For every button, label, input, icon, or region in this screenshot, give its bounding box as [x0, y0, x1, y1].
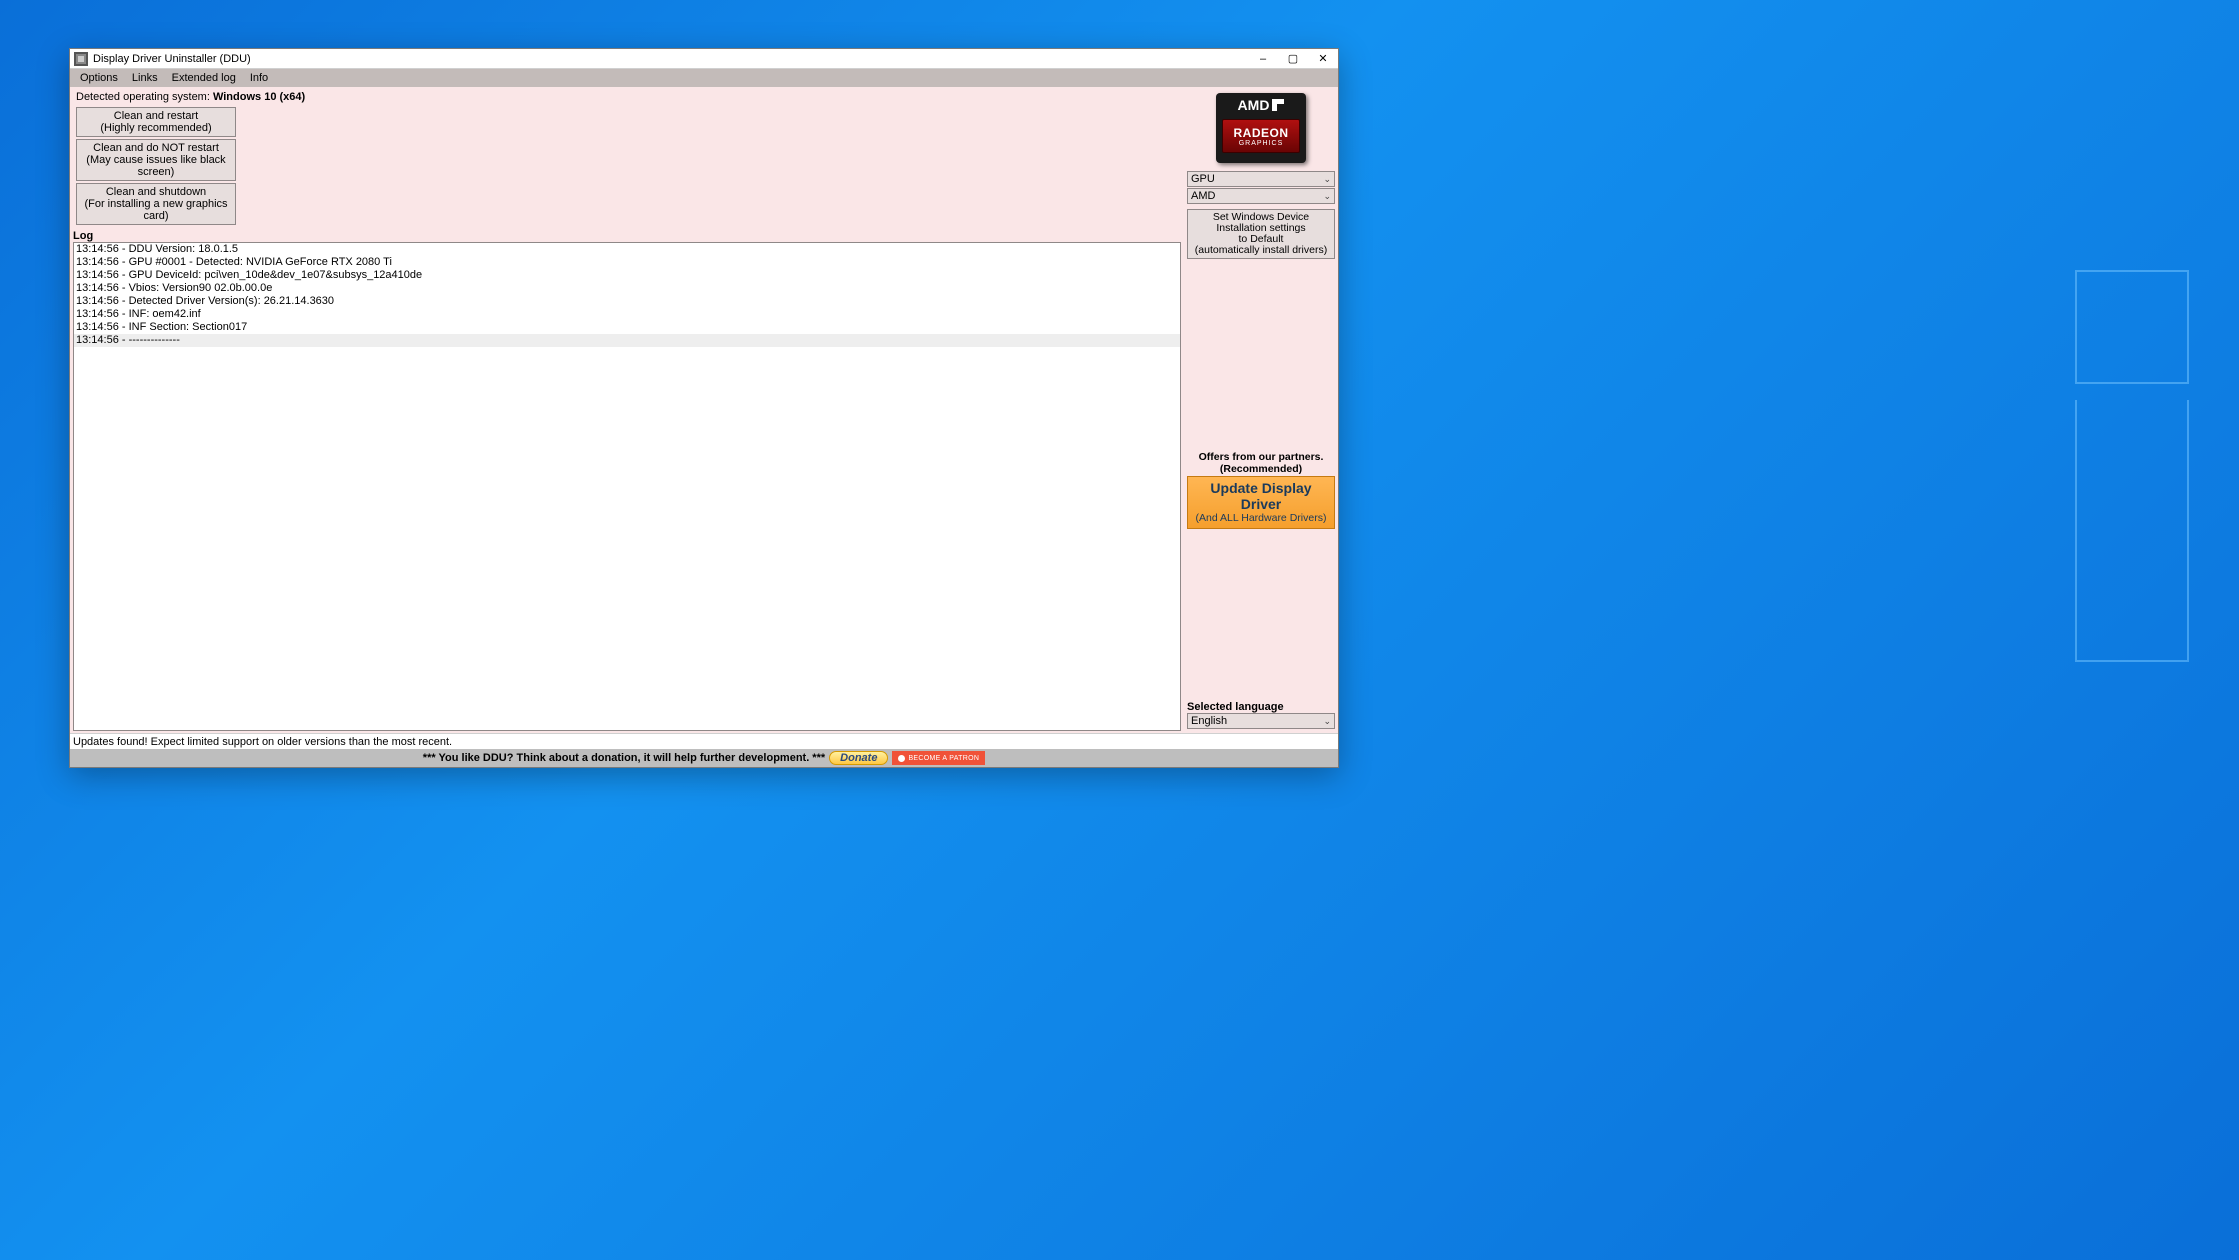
maximize-button[interactable]: ▢	[1278, 49, 1308, 68]
log-entry[interactable]: 13:14:56 - INF Section: Section017	[74, 321, 1180, 334]
status-text: Updates found! Expect limited support on…	[73, 736, 452, 748]
log-entry[interactable]: 13:14:56 - GPU #0001 - Detected: NVIDIA …	[74, 256, 1180, 269]
btn-line1: Clean and shutdown	[77, 186, 235, 198]
app-icon	[74, 52, 88, 66]
menubar: Options Links Extended log Info	[70, 69, 1338, 87]
btn-line1: Clean and restart	[77, 110, 235, 122]
menu-info[interactable]: Info	[243, 69, 275, 87]
log-entry[interactable]: 13:14:56 - Vbios: Version90 02.0b.00.0e	[74, 282, 1180, 295]
titlebar: Display Driver Uninstaller (DDU) – ▢ ✕	[70, 49, 1338, 69]
offers-label: Offers from our partners. (Recommended)	[1187, 451, 1335, 475]
vendor-dropdown[interactable]: AMD ⌄	[1187, 188, 1335, 204]
language-label: Selected language	[1187, 701, 1335, 713]
close-button[interactable]: ✕	[1308, 49, 1338, 68]
language-value: English	[1191, 715, 1227, 727]
clean-and-shutdown-button[interactable]: Clean and shutdown (For installing a new…	[76, 183, 236, 225]
content-area: Detected operating system: Windows 10 (x…	[70, 87, 1338, 733]
btn-line2: (Highly recommended)	[77, 122, 235, 134]
window-title: Display Driver Uninstaller (DDU)	[93, 53, 251, 65]
footer-bar: *** You like DDU? Think about a donation…	[70, 749, 1338, 767]
language-dropdown[interactable]: English ⌄	[1187, 713, 1335, 729]
menu-extended-log[interactable]: Extended log	[165, 69, 243, 87]
vendor-logo: AMD RADEON GRAPHICS	[1216, 93, 1306, 163]
log-entry[interactable]: 13:14:56 - GPU DeviceId: pci\ven_10de&de…	[74, 269, 1180, 282]
btn-line2: (May cause issues like black screen)	[77, 154, 235, 178]
amd-text: AMD	[1238, 97, 1270, 113]
chevron-down-icon: ⌄	[1323, 716, 1331, 727]
patreon-icon	[898, 755, 905, 762]
statusbar: Updates found! Expect limited support on…	[70, 733, 1338, 749]
update-line2: (And ALL Hardware Drivers)	[1190, 512, 1332, 524]
device-type-value: GPU	[1191, 173, 1215, 185]
chevron-down-icon: ⌄	[1323, 191, 1331, 202]
btn-line1: Clean and do NOT restart	[77, 142, 235, 154]
set-defaults-line1: Set Windows Device Installation settings	[1190, 212, 1332, 234]
patreon-label: BECOME A PATRON	[908, 755, 979, 762]
log-entry[interactable]: 13:14:56 - --------------	[74, 334, 1180, 347]
device-type-dropdown[interactable]: GPU ⌄	[1187, 171, 1335, 187]
log-entry[interactable]: 13:14:56 - INF: oem42.inf	[74, 308, 1180, 321]
log-entry[interactable]: 13:14:56 - DDU Version: 18.0.1.5	[74, 243, 1180, 256]
minimize-button[interactable]: –	[1248, 49, 1278, 68]
graphics-text: GRAPHICS	[1239, 140, 1284, 147]
desktop-windows-logo	[1929, 270, 2189, 520]
chevron-down-icon: ⌄	[1323, 174, 1331, 185]
menu-links[interactable]: Links	[125, 69, 165, 87]
right-column: AMD RADEON GRAPHICS GPU ⌄ AMD ⌄ Set W	[1184, 87, 1338, 733]
donate-button[interactable]: Donate	[829, 751, 888, 765]
vendor-value: AMD	[1191, 190, 1215, 202]
set-defaults-line3: (automatically install drivers)	[1190, 245, 1332, 256]
detected-os-label: Detected operating system:	[76, 91, 213, 103]
donate-label: Donate	[840, 752, 877, 764]
detected-os-value: Windows 10 (x64)	[213, 91, 305, 103]
log-label: Log	[73, 230, 1181, 242]
detected-os: Detected operating system: Windows 10 (x…	[76, 91, 1181, 103]
donate-message: *** You like DDU? Think about a donation…	[423, 752, 825, 764]
update-driver-button[interactable]: Update Display Driver (And ALL Hardware …	[1187, 476, 1335, 529]
btn-line2: (For installing a new graphics card)	[77, 198, 235, 222]
app-window: Display Driver Uninstaller (DDU) – ▢ ✕ O…	[69, 48, 1339, 768]
window-controls: – ▢ ✕	[1248, 49, 1338, 68]
clean-no-restart-button[interactable]: Clean and do NOT restart (May cause issu…	[76, 139, 236, 181]
update-line1: Update Display Driver	[1190, 480, 1332, 512]
amd-arrow-icon	[1272, 99, 1284, 111]
menu-options[interactable]: Options	[73, 69, 125, 87]
clean-and-restart-button[interactable]: Clean and restart (Highly recommended)	[76, 107, 236, 137]
left-column: Detected operating system: Windows 10 (x…	[70, 87, 1184, 733]
set-defaults-button[interactable]: Set Windows Device Installation settings…	[1187, 209, 1335, 259]
log-entry[interactable]: 13:14:56 - Detected Driver Version(s): 2…	[74, 295, 1180, 308]
radeon-text: RADEON	[1233, 126, 1288, 140]
patreon-button[interactable]: BECOME A PATRON	[892, 751, 985, 765]
log-list[interactable]: 13:14:56 - DDU Version: 18.0.1.513:14:56…	[73, 242, 1181, 731]
